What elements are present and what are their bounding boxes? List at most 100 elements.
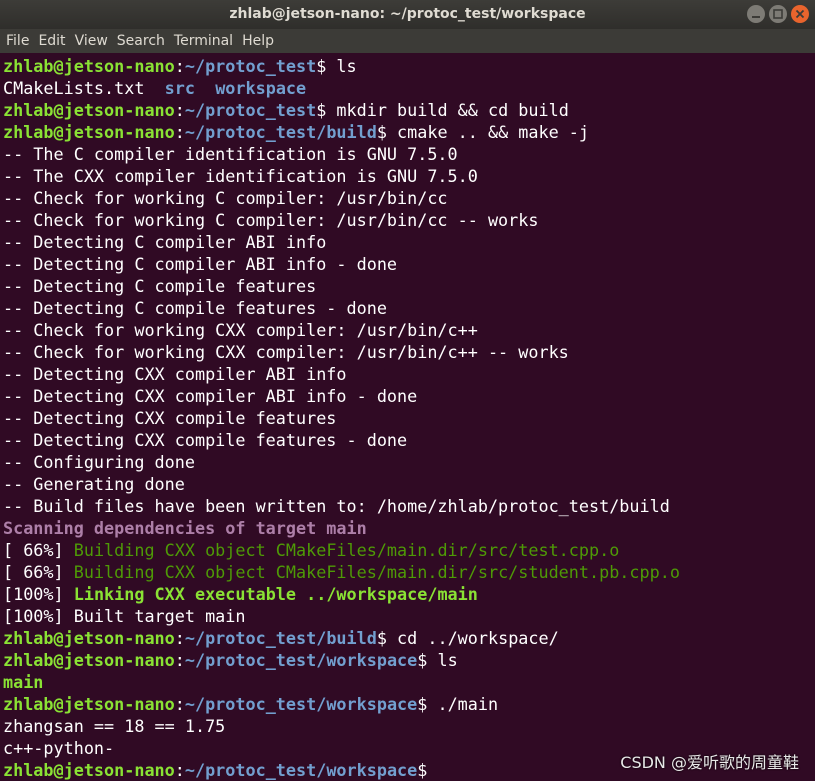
terminal-line: zhlab@jetson-nano:~/protoc_test/workspac… xyxy=(3,649,815,671)
close-icon xyxy=(795,9,805,19)
terminal-line: -- Generating done xyxy=(3,473,815,495)
prompt-dollar: $ xyxy=(376,628,387,648)
terminal-line: CMakeLists.txt src workspace xyxy=(3,77,815,99)
command-text: ls xyxy=(427,650,458,670)
window-title: zhlab@jetson-nano: ~/protoc_test/workspa… xyxy=(229,6,586,22)
command-text: cmake .. && make -j xyxy=(386,122,590,142)
prompt-colon: : xyxy=(174,100,185,120)
prompt-dollar: $ xyxy=(417,694,428,714)
command-text: ls xyxy=(326,56,357,76)
prompt-path: ~/protoc_test/build xyxy=(184,628,377,648)
output-text: -- Detecting C compiler ABI info xyxy=(3,232,327,252)
output-text: -- Detecting CXX compile features - done xyxy=(3,430,408,450)
terminal-line: zhlab@jetson-nano:~/protoc_test/workspac… xyxy=(3,693,815,715)
prompt-colon: : xyxy=(174,56,185,76)
command-text: mkdir build && cd build xyxy=(326,100,569,120)
output-text: -- Detecting C compiler ABI info - done xyxy=(3,254,398,274)
output-text: [100%] Built target main xyxy=(3,606,246,626)
prompt-colon: : xyxy=(174,694,185,714)
terminal-line: -- Check for working C compiler: /usr/bi… xyxy=(3,209,815,231)
output-text: -- Check for working CXX compiler: /usr/… xyxy=(3,320,478,340)
terminal-line: main xyxy=(3,671,815,693)
terminal-line: Scanning dependencies of target main xyxy=(3,517,815,539)
menu-bar: File Edit View Search Terminal Help xyxy=(0,29,815,53)
prompt-dollar: $ xyxy=(316,100,327,120)
terminal-line: -- Detecting CXX compiler ABI info - don… xyxy=(3,385,815,407)
terminal-line: [100%] Built target main xyxy=(3,605,815,627)
prompt-dollar: $ xyxy=(376,122,387,142)
maximize-button[interactable] xyxy=(769,5,787,23)
ls-dir: workspace xyxy=(215,78,307,98)
terminal-line: -- Detecting CXX compile features - done xyxy=(3,429,815,451)
output-text: -- Detecting CXX compile features xyxy=(3,408,337,428)
prompt-user-host: zhlab@jetson-nano xyxy=(3,694,175,714)
menu-terminal[interactable]: Terminal xyxy=(174,29,233,53)
terminal-line: -- Detecting CXX compile features xyxy=(3,407,815,429)
prompt-user-host: zhlab@jetson-nano xyxy=(3,100,175,120)
terminal-line: -- Check for working CXX compiler: /usr/… xyxy=(3,319,815,341)
ls-dir: src xyxy=(164,78,195,98)
terminal-line: -- Check for working CXX compiler: /usr/… xyxy=(3,341,815,363)
ls-file: CMakeLists.txt xyxy=(3,78,145,98)
terminal-line: -- Check for working C compiler: /usr/bi… xyxy=(3,187,815,209)
terminal-line: -- Detecting C compiler ABI info - done xyxy=(3,253,815,275)
terminal-line: -- Detecting C compile features - done xyxy=(3,297,815,319)
terminal-line: zhlab@jetson-nano:~/protoc_test/build$ c… xyxy=(3,121,815,143)
terminal-line: zhlab@jetson-nano:~/protoc_test/build$ c… xyxy=(3,627,815,649)
menu-search[interactable]: Search xyxy=(117,29,165,53)
output-text: -- Detecting C compile features - done xyxy=(3,298,387,318)
prompt-colon: : xyxy=(174,760,185,780)
output-text: -- Build files have been written to: /ho… xyxy=(3,496,670,516)
prompt-path: ~/protoc_test xyxy=(184,100,317,120)
minimize-button[interactable] xyxy=(747,5,765,23)
terminal-line: -- Detecting C compiler ABI info xyxy=(3,231,815,253)
output-text: c++-python- xyxy=(3,738,115,758)
terminal-line: [ 66%] Building CXX object CMakeFiles/ma… xyxy=(3,561,815,583)
window-controls xyxy=(747,5,809,23)
command-text: ./main xyxy=(427,694,499,714)
terminal-line: -- The C compiler identification is GNU … xyxy=(3,143,815,165)
close-button[interactable] xyxy=(791,5,809,23)
prompt-path: ~/protoc_test/workspace xyxy=(184,650,418,670)
terminal-line: -- Detecting CXX compiler ABI info xyxy=(3,363,815,385)
terminal-output[interactable]: zhlab@jetson-nano:~/protoc_test$ ls CMake… xyxy=(3,55,815,781)
build-percent: [ 66%] xyxy=(3,540,74,560)
output-text: -- Detecting C compile features xyxy=(3,276,317,296)
menu-help[interactable]: Help xyxy=(242,29,274,53)
menu-edit[interactable]: Edit xyxy=(38,29,65,53)
output-text: -- The CXX compiler identification is GN… xyxy=(3,166,478,186)
title-bar[interactable]: zhlab@jetson-nano: ~/protoc_test/workspa… xyxy=(0,0,815,29)
terminal-line: zhangsan == 18 == 1.75 xyxy=(3,715,815,737)
prompt-path: ~/protoc_test/workspace xyxy=(184,694,418,714)
output-text: -- The C compiler identification is GNU … xyxy=(3,144,458,164)
terminal-line: [ 66%] Building CXX object CMakeFiles/ma… xyxy=(3,539,815,561)
prompt-dollar: $ xyxy=(417,650,428,670)
prompt-dollar: $ xyxy=(316,56,327,76)
terminal-line: zhlab@jetson-nano:~/protoc_test$ mkdir b… xyxy=(3,99,815,121)
prompt-user-host: zhlab@jetson-nano xyxy=(3,650,175,670)
output-text: -- Configuring done xyxy=(3,452,195,472)
command-text: cd ../workspace/ xyxy=(386,628,559,648)
build-text: Building CXX object CMakeFiles/main.dir/… xyxy=(73,562,680,582)
maximize-icon xyxy=(773,9,783,19)
prompt-path: ~/protoc_test/workspace xyxy=(184,760,418,780)
menu-file[interactable]: File xyxy=(6,29,29,53)
terminal-line: -- Detecting C compile features xyxy=(3,275,815,297)
menu-view[interactable]: View xyxy=(75,29,108,53)
watermark: CSDN @爱听歌的周童鞋 xyxy=(620,753,799,772)
output-text: -- Detecting CXX compiler ABI info xyxy=(3,364,347,384)
prompt-colon: : xyxy=(174,628,185,648)
prompt-path: ~/protoc_test/build xyxy=(184,122,377,142)
output-text: -- Generating done xyxy=(3,474,185,494)
prompt-dollar: $ xyxy=(417,760,428,780)
terminal-line: zhlab@jetson-nano:~/protoc_test$ ls xyxy=(3,55,815,77)
output-text: -- Detecting CXX compiler ABI info - don… xyxy=(3,386,418,406)
prompt-path: ~/protoc_test xyxy=(184,56,317,76)
prompt-user-host: zhlab@jetson-nano xyxy=(3,122,175,142)
ls-executable: main xyxy=(3,672,44,692)
prompt-colon: : xyxy=(174,650,185,670)
terminal-line: -- Configuring done xyxy=(3,451,815,473)
prompt-colon: : xyxy=(174,122,185,142)
output-text: -- Check for working C compiler: /usr/bi… xyxy=(3,188,448,208)
scan-text: Scanning dependencies of target main xyxy=(3,518,367,538)
